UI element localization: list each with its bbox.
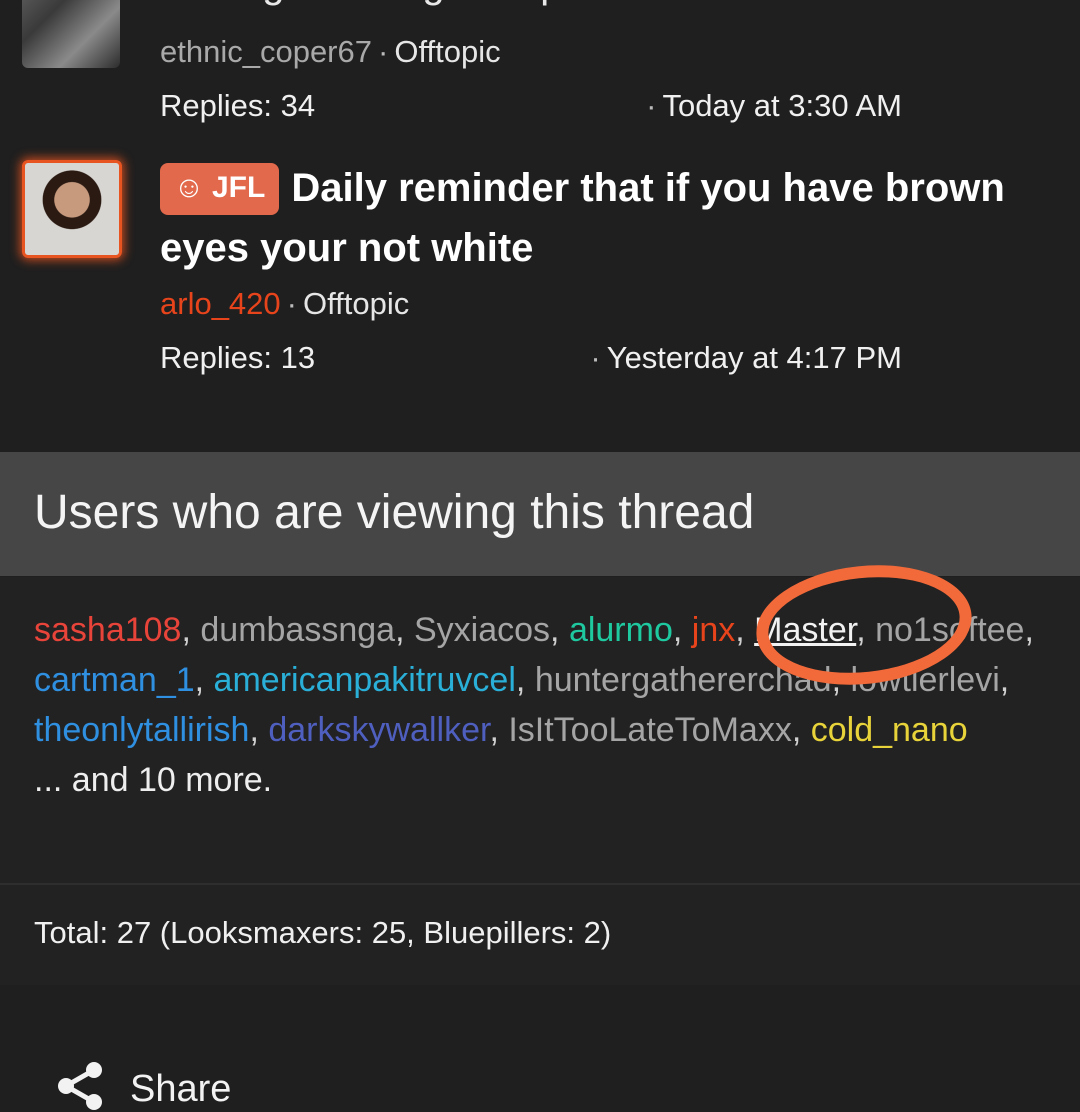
laughing-face-icon: ☺	[173, 171, 205, 204]
viewer-user-link[interactable]: darkskywallker	[268, 711, 489, 749]
thread-forum-link[interactable]: Offtopic	[394, 34, 500, 69]
viewer-user-link[interactable]: americanpakitruvcel	[214, 661, 516, 699]
thread-forum-link[interactable]: Offtopic	[303, 286, 409, 321]
thread-meta: arlo_420 · Offtopic	[160, 284, 409, 324]
prefix-label: JFL	[212, 171, 266, 204]
viewer-user-link[interactable]: sasha108	[34, 611, 181, 649]
thread-replies: Replies: 13	[160, 340, 316, 375]
list-comma: ,	[181, 611, 201, 649]
list-comma: ,	[791, 711, 811, 749]
list-comma: ,	[194, 661, 214, 699]
list-comma: ,	[515, 661, 535, 699]
thread-item[interactable]: ☺ JFL Daily reminder that if you have brow…	[0, 150, 1080, 410]
thread-prefix-badge[interactable]: ☺ JFL	[160, 163, 280, 215]
list-comma: ,	[1024, 611, 1034, 649]
thread-title[interactable]: Ending the Height Cope: The Brutal Truth	[160, 0, 1050, 14]
thread-author-link[interactable]: ethnic_coper67	[160, 34, 372, 69]
thread-title[interactable]: ☺ JFL Daily reminder that if you have brow…	[160, 158, 1050, 278]
thread-last-post-time[interactable]: · Yesterday at 4:17 PM	[584, 338, 902, 378]
share-label: Share	[130, 1068, 232, 1110]
viewer-user-link[interactable]: IsItTooLateToMaxx	[508, 711, 791, 749]
thread-author-link[interactable]: arlo_420	[160, 286, 281, 321]
viewer-user-link[interactable]: dumbassnga	[200, 611, 395, 649]
viewers-section-header: Users who are viewing this thread	[0, 452, 1080, 576]
list-comma: ,	[672, 611, 692, 649]
viewer-user-link[interactable]: alurmo	[569, 611, 673, 649]
thread-time-label[interactable]: Yesterday at 4:17 PM	[607, 340, 902, 375]
separator-dot: ·	[590, 340, 601, 375]
thread-meta: ethnic_coper67 · Offtopic	[160, 32, 501, 72]
thread-last-post-time[interactable]: · Today at 3:30 AM	[640, 86, 902, 126]
thread-replies: Replies: 34	[160, 88, 316, 123]
viewer-user-link[interactable]: theonlytallirish	[34, 711, 249, 749]
viewers-title: Users who are viewing this thread	[34, 486, 755, 539]
list-comma: ,	[489, 711, 509, 749]
thread-title-text[interactable]: Daily reminder that if you have brown ey…	[160, 166, 1005, 270]
viewer-user-link[interactable]: cold_nano	[811, 711, 968, 749]
list-comma: ,	[249, 711, 269, 749]
viewers-total: Total: 27 (Looksmaxers: 25, Bluepillers:…	[34, 915, 612, 950]
thread-author-avatar[interactable]	[22, 0, 120, 68]
viewer-user-link[interactable]: jnx	[692, 611, 735, 649]
viewers-more-link[interactable]: ... and 10 more.	[34, 755, 1044, 805]
viewers-totals-block: Total: 27 (Looksmaxers: 25, Bluepillers:…	[0, 885, 1080, 985]
separator-dot: ·	[286, 286, 297, 321]
list-comma: ,	[550, 611, 569, 649]
thread-item[interactable]: Ending the Height Cope: The Brutal Truth…	[0, 0, 1080, 135]
list-comma: ,	[735, 611, 755, 649]
separator-dot: ·	[646, 88, 657, 123]
viewer-user-link[interactable]: cartman_1	[34, 661, 195, 699]
page: Ending the Height Cope: The Brutal Truth…	[0, 0, 1080, 1112]
thread-author-avatar[interactable]	[22, 160, 122, 258]
viewer-user-link[interactable]: Syxiacos	[414, 611, 550, 649]
share-icon	[58, 1062, 102, 1110]
thread-time-label[interactable]: Today at 3:30 AM	[662, 88, 902, 123]
list-comma: ,	[999, 661, 1010, 699]
list-comma: ,	[395, 611, 414, 649]
separator-dot: ·	[378, 34, 389, 69]
